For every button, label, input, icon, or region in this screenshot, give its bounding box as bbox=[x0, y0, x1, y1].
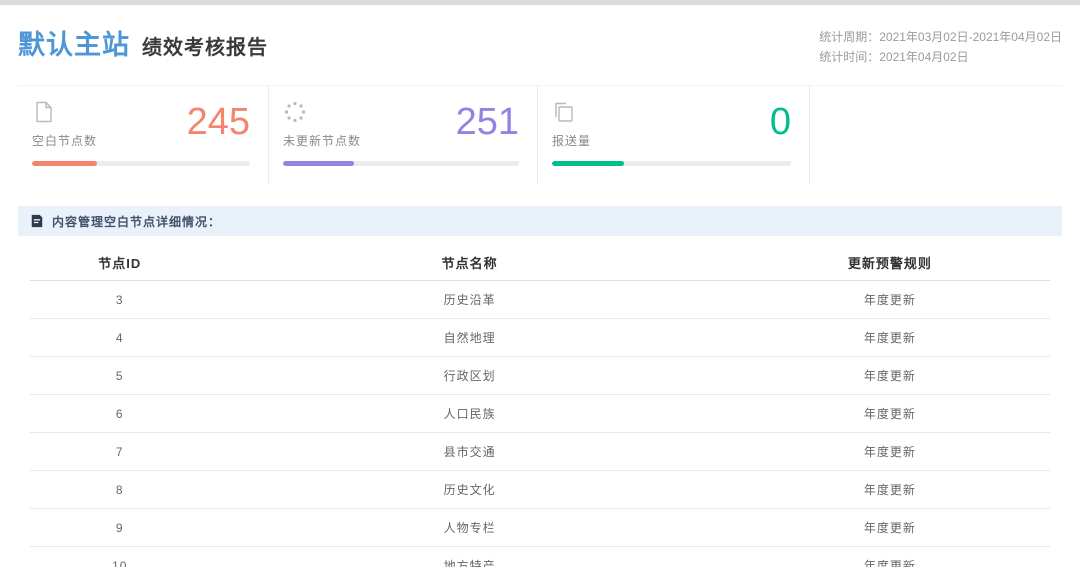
table-cell: 4 bbox=[30, 319, 210, 357]
table-cell: 历史文化 bbox=[210, 471, 730, 509]
report-document-icon bbox=[30, 214, 44, 228]
stat-cards: 空白节点数 245 未更新节点数 251 bbox=[18, 85, 1062, 184]
table-cell: 年度更新 bbox=[730, 509, 1050, 547]
page-header: 默认主站 绩效考核报告 统计周期：2021年03月02日-2021年04月02日… bbox=[0, 5, 1080, 81]
table-cell: 地方特产 bbox=[210, 547, 730, 567]
table-row: 8历史文化年度更新 bbox=[30, 471, 1050, 509]
col-header-update-rule: 更新预警规则 bbox=[730, 244, 1050, 281]
title-group: 默认主站 绩效考核报告 bbox=[18, 23, 268, 62]
table-cell: 9 bbox=[30, 509, 210, 547]
stat-card-label: 报送量 bbox=[552, 132, 591, 149]
table-row: 7县市交通年度更新 bbox=[30, 433, 1050, 471]
stat-card-label: 未更新节点数 bbox=[283, 132, 361, 149]
table-cell: 年度更新 bbox=[730, 433, 1050, 471]
progress-track bbox=[32, 161, 250, 166]
col-header-node-id: 节点ID bbox=[30, 244, 210, 281]
progress-fill bbox=[32, 161, 97, 166]
table-row: 4自然地理年度更新 bbox=[30, 319, 1050, 357]
table-row: 10地方特产年度更新 bbox=[30, 547, 1050, 567]
stat-card-submissions: 报送量 0 bbox=[537, 86, 810, 184]
table-cell: 年度更新 bbox=[730, 471, 1050, 509]
table-cell: 3 bbox=[30, 281, 210, 319]
stat-time-text: 统计时间：2021年04月02日 bbox=[819, 47, 1062, 67]
table-cell: 8 bbox=[30, 471, 210, 509]
table-cell: 年度更新 bbox=[730, 395, 1050, 433]
progress-fill bbox=[552, 161, 624, 166]
document-icon bbox=[32, 100, 56, 124]
nodes-table: 节点ID 节点名称 更新预警规则 3历史沿革年度更新4自然地理年度更新5行政区划… bbox=[30, 244, 1050, 567]
table-row: 6人口民族年度更新 bbox=[30, 395, 1050, 433]
table-row: 3历史沿革年度更新 bbox=[30, 281, 1050, 319]
table-header-row: 节点ID 节点名称 更新预警规则 bbox=[30, 244, 1050, 281]
nodes-table-wrap: 节点ID 节点名称 更新预警规则 3历史沿革年度更新4自然地理年度更新5行政区划… bbox=[30, 244, 1050, 567]
section-header-bar: 内容管理空白节点详细情况： bbox=[18, 206, 1062, 236]
progress-track bbox=[552, 161, 791, 166]
progress-fill bbox=[283, 161, 354, 166]
stat-card-blank-nodes: 空白节点数 245 bbox=[18, 86, 268, 184]
table-cell: 6 bbox=[30, 395, 210, 433]
table-cell: 年度更新 bbox=[730, 357, 1050, 395]
stat-card-value: 0 bbox=[770, 100, 791, 144]
table-cell: 年度更新 bbox=[730, 281, 1050, 319]
table-cell: 县市交通 bbox=[210, 433, 730, 471]
table-cell: 人物专栏 bbox=[210, 509, 730, 547]
table-cell: 7 bbox=[30, 433, 210, 471]
stat-card-value: 251 bbox=[456, 100, 519, 144]
col-header-node-name: 节点名称 bbox=[210, 244, 730, 281]
section-title: 内容管理空白节点详细情况： bbox=[52, 213, 221, 230]
table-row: 5行政区划年度更新 bbox=[30, 357, 1050, 395]
progress-track bbox=[283, 161, 519, 166]
site-name[interactable]: 默认主站 bbox=[18, 23, 130, 62]
table-row: 9人物专栏年度更新 bbox=[30, 509, 1050, 547]
table-cell: 年度更新 bbox=[730, 547, 1050, 567]
stat-period-text: 统计周期：2021年03月02日-2021年04月02日 bbox=[819, 27, 1062, 47]
page-title: 绩效考核报告 bbox=[142, 31, 268, 60]
spinner-icon bbox=[283, 100, 307, 124]
table-cell: 人口民族 bbox=[210, 395, 730, 433]
table-cell: 行政区划 bbox=[210, 357, 730, 395]
table-body: 3历史沿革年度更新4自然地理年度更新5行政区划年度更新6人口民族年度更新7县市交… bbox=[30, 281, 1050, 567]
report-meta: 统计周期：2021年03月02日-2021年04月02日 统计时间：2021年0… bbox=[819, 23, 1062, 67]
table-cell: 年度更新 bbox=[730, 319, 1050, 357]
table-cell: 5 bbox=[30, 357, 210, 395]
stat-card-label: 空白节点数 bbox=[32, 132, 97, 149]
copy-icon bbox=[552, 100, 576, 124]
table-cell: 历史沿革 bbox=[210, 281, 730, 319]
table-cell: 自然地理 bbox=[210, 319, 730, 357]
table-cell: 10 bbox=[30, 547, 210, 567]
stat-card-not-updated-nodes: 未更新节点数 251 bbox=[268, 86, 537, 184]
stat-card-value: 245 bbox=[187, 100, 250, 144]
